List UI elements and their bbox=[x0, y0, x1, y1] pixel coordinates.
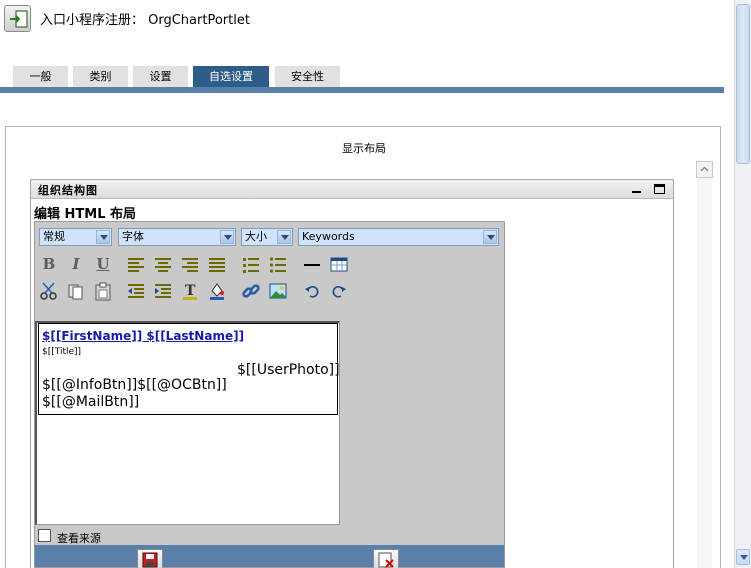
layout-template-table: $[[FirstName]] $[[LastName]] $[[Title]] … bbox=[38, 323, 340, 415]
title-field: $[[Title]] bbox=[42, 347, 82, 357]
info-oc-buttons-field: $[[@InfoBtn]]$[[@OCBtn]] bbox=[42, 377, 227, 393]
format-select-value: 常规 bbox=[43, 230, 65, 243]
cancel-button[interactable] bbox=[373, 549, 399, 568]
background-color-icon[interactable] bbox=[207, 281, 227, 301]
view-source-checkbox[interactable] bbox=[38, 529, 51, 542]
tab-security[interactable]: 安全性 bbox=[275, 66, 340, 87]
editor-heading: 编辑 HTML 布局 bbox=[34, 207, 137, 222]
font-select[interactable]: 字体 bbox=[118, 228, 236, 246]
keywords-select[interactable]: Keywords bbox=[298, 228, 499, 246]
insert-link-icon[interactable] bbox=[241, 281, 261, 301]
bold-icon[interactable]: B bbox=[39, 254, 59, 274]
underline-icon[interactable]: U bbox=[93, 254, 113, 274]
align-right-icon[interactable] bbox=[180, 254, 200, 274]
mail-button-field: $[[@MailBtn]] bbox=[42, 394, 140, 410]
align-left-icon[interactable] bbox=[126, 254, 146, 274]
align-justify-icon[interactable] bbox=[207, 254, 227, 274]
paste-icon[interactable] bbox=[93, 281, 113, 301]
panel-scroll-up-button[interactable] bbox=[696, 161, 713, 178]
view-source-label: 查看来源 bbox=[57, 532, 101, 545]
portlet-register-icon bbox=[4, 5, 31, 32]
chevron-down-icon bbox=[277, 230, 291, 244]
page-title: 入口小程序注册： OrgChartPortlet bbox=[40, 13, 250, 28]
editor-button-bar bbox=[35, 545, 504, 568]
tab-custom-settings[interactable]: 自选设置 bbox=[193, 66, 269, 87]
name-field[interactable]: $[[FirstName]] $[[LastName]] bbox=[42, 329, 244, 343]
minimize-icon[interactable] bbox=[632, 191, 641, 193]
undo-icon[interactable] bbox=[302, 281, 322, 301]
cut-icon[interactable] bbox=[39, 281, 59, 301]
page-scrollbar[interactable] bbox=[734, 0, 751, 568]
redo-icon[interactable] bbox=[329, 281, 349, 301]
user-photo-field: $[[UserPhoto]] bbox=[237, 362, 340, 378]
portlet-title: 组织结构图 bbox=[38, 184, 98, 197]
size-select[interactable]: 大小 bbox=[241, 228, 293, 246]
svg-text:T: T bbox=[185, 283, 196, 299]
editor-content-area[interactable]: $[[FirstName]] $[[LastName]] $[[Title]] … bbox=[35, 321, 340, 525]
tab-categories[interactable]: 类别 bbox=[73, 66, 128, 87]
page-scroll-thumb[interactable] bbox=[736, 4, 750, 164]
insert-image-icon[interactable] bbox=[268, 281, 288, 301]
page-scroll-down-button[interactable] bbox=[736, 549, 750, 565]
portlet-header: 组织结构图 bbox=[31, 180, 673, 199]
maximize-icon[interactable] bbox=[654, 184, 665, 194]
align-center-icon[interactable] bbox=[153, 254, 173, 274]
tab-underline bbox=[0, 87, 724, 93]
panel-title: 显示布局 bbox=[342, 142, 386, 155]
chevron-down-icon bbox=[483, 230, 497, 244]
text-color-icon[interactable]: T bbox=[180, 281, 200, 301]
size-select-value: 大小 bbox=[245, 230, 267, 243]
outdent-icon[interactable] bbox=[126, 281, 146, 301]
horizontal-rule-icon[interactable] bbox=[302, 254, 322, 274]
format-select[interactable]: 常规 bbox=[39, 228, 112, 246]
numbered-list-icon[interactable] bbox=[241, 254, 261, 274]
tab-settings[interactable]: 设置 bbox=[133, 66, 188, 87]
chevron-down-icon bbox=[96, 230, 110, 244]
save-button[interactable] bbox=[137, 549, 163, 568]
copy-icon[interactable] bbox=[66, 281, 86, 301]
panel-scroll-track[interactable] bbox=[697, 178, 712, 568]
tab-general[interactable]: 一般 bbox=[13, 66, 68, 87]
italic-icon[interactable]: I bbox=[66, 254, 86, 274]
bullet-list-icon[interactable] bbox=[268, 254, 288, 274]
insert-table-icon[interactable] bbox=[329, 254, 349, 274]
indent-icon[interactable] bbox=[153, 281, 173, 301]
keywords-select-value: Keywords bbox=[302, 230, 355, 243]
font-select-value: 字体 bbox=[122, 230, 144, 243]
html-editor: 常规 字体 大小 Keywords B I U T $[[FirstName]]… bbox=[34, 221, 505, 568]
chevron-down-icon bbox=[220, 230, 234, 244]
